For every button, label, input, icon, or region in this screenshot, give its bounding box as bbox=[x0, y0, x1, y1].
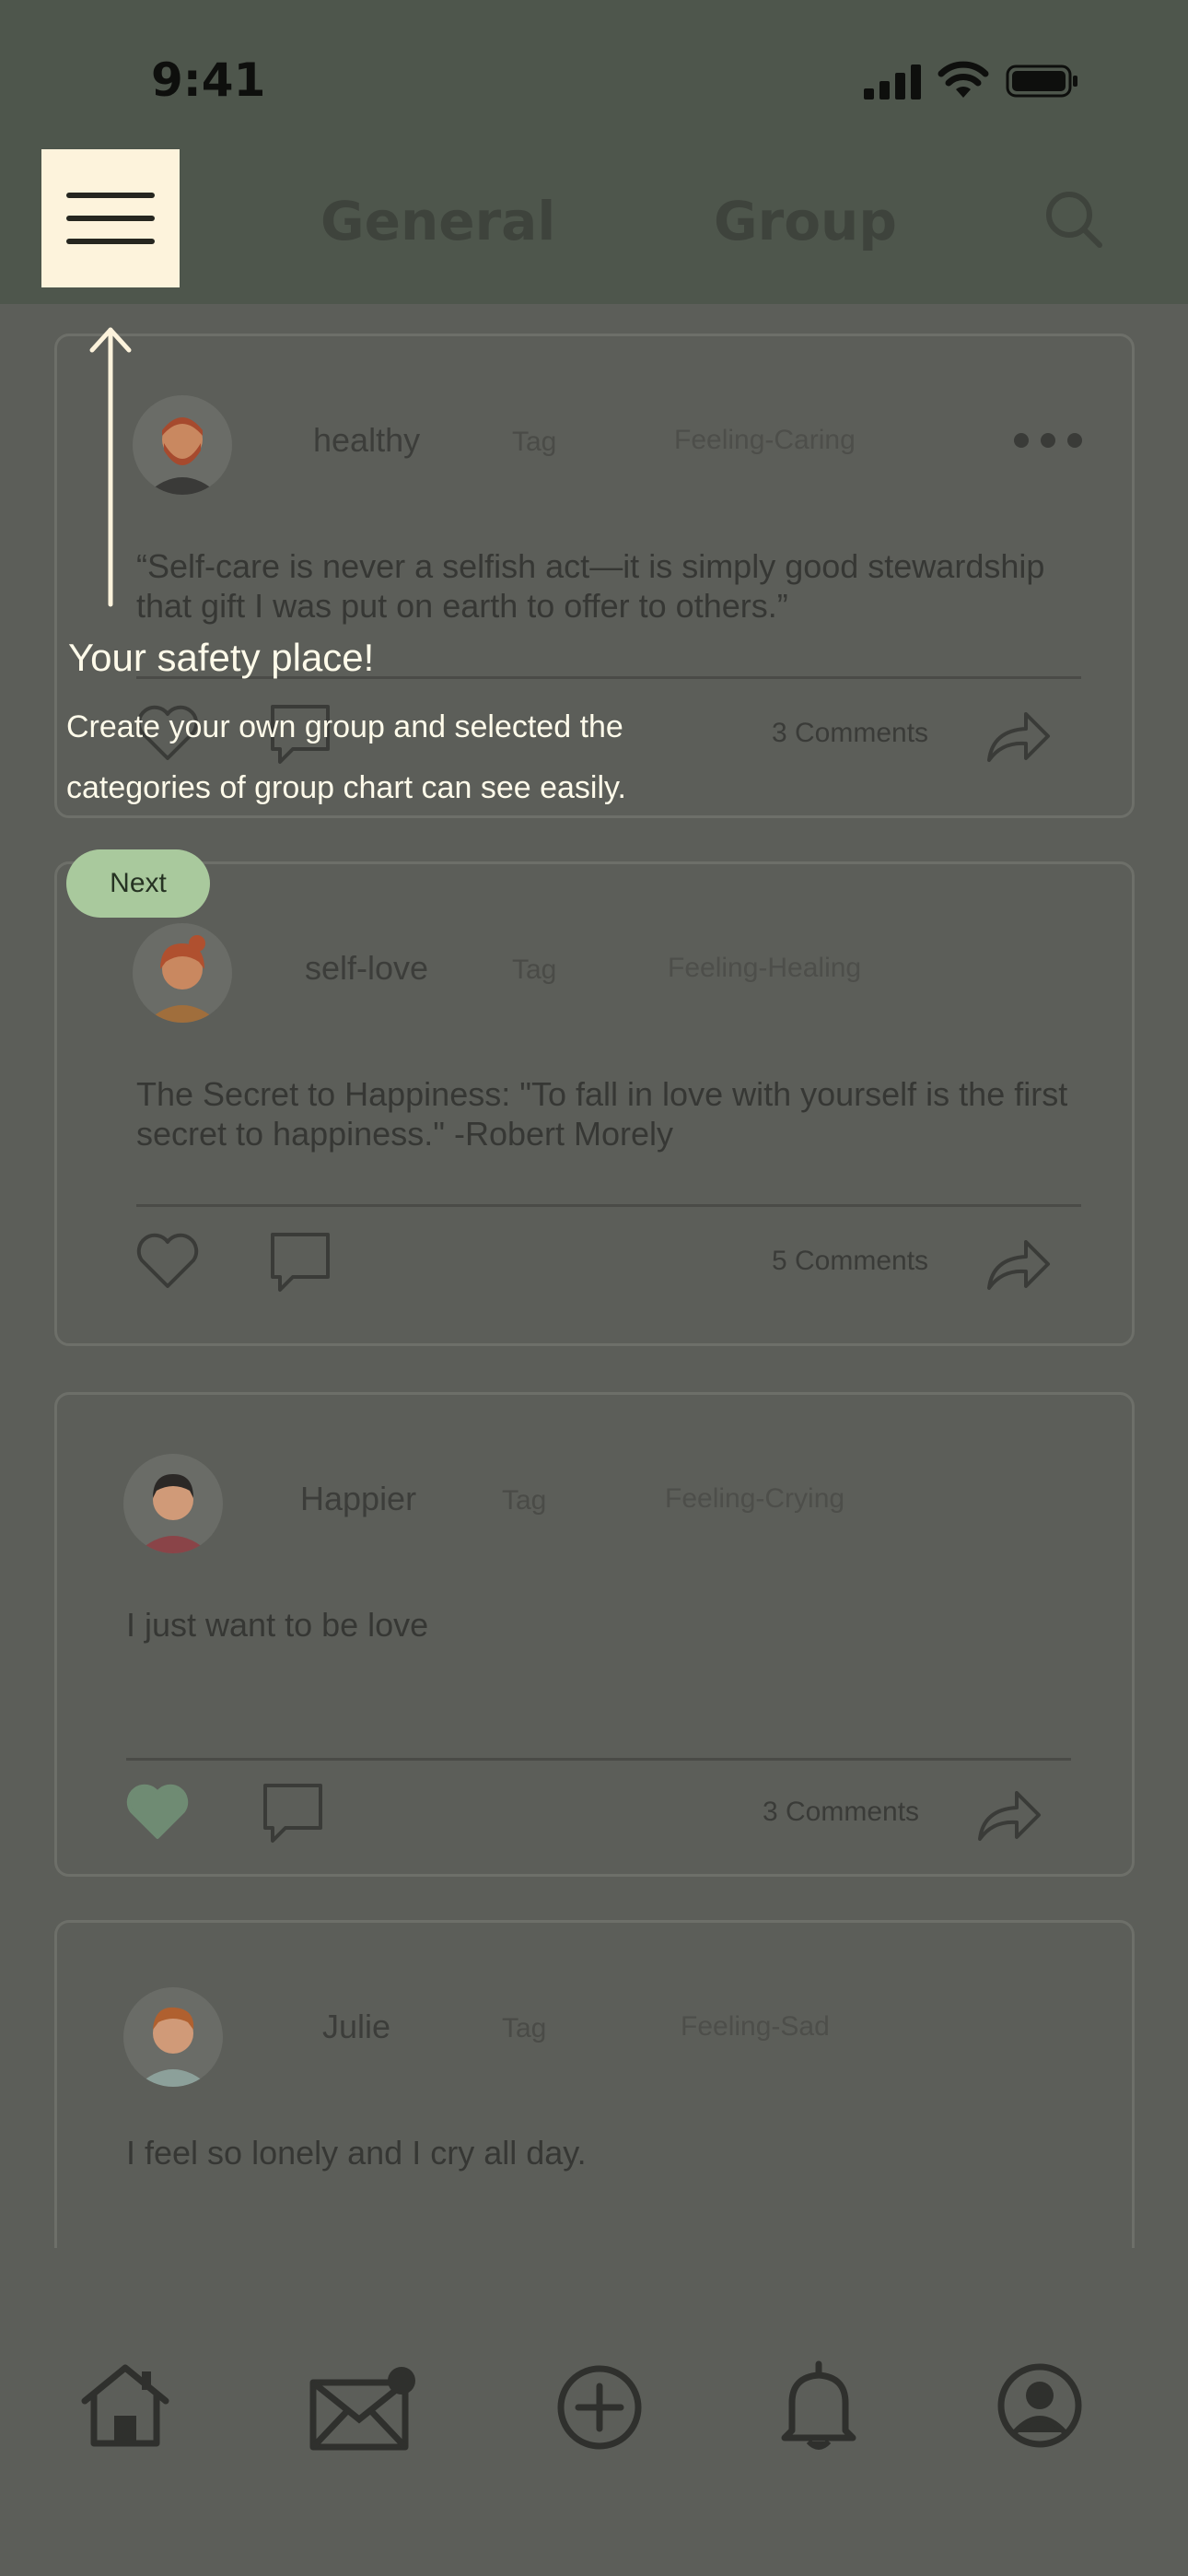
post-feeling: Feeling-Crying bbox=[665, 1483, 845, 1514]
comment-icon[interactable] bbox=[262, 1782, 324, 1844]
onboarding-title: Your safety place! bbox=[68, 636, 375, 679]
post-text: I just want to be love bbox=[126, 1606, 429, 1644]
tab-general[interactable]: General bbox=[320, 190, 555, 252]
tab-group[interactable]: Group bbox=[714, 190, 897, 252]
hamburger-menu-icon bbox=[66, 193, 155, 244]
comments-count[interactable]: 3 Comments bbox=[763, 1797, 919, 1828]
post-feeling: Feeling-Healing bbox=[668, 953, 862, 983]
post-feeling: Feeling-Caring bbox=[674, 425, 856, 455]
onboarding-body: Create your own group and selected the c… bbox=[66, 709, 626, 805]
status-time: 9:41 bbox=[151, 53, 266, 107]
share-icon[interactable] bbox=[976, 1787, 1042, 1843]
post-tag[interactable]: Tag bbox=[512, 427, 556, 458]
avatar[interactable] bbox=[123, 1987, 223, 2087]
next-button[interactable]: Next bbox=[66, 849, 210, 918]
pointer-arrow-icon bbox=[89, 327, 132, 607]
avatar[interactable] bbox=[133, 923, 232, 1023]
heart-filled-icon[interactable] bbox=[126, 1784, 189, 1841]
post-text: “Self-care is never a selfish act—it is … bbox=[136, 547, 1045, 625]
post-username[interactable]: healthy bbox=[313, 421, 420, 460]
post-feeling: Feeling-Sad bbox=[681, 2011, 830, 2042]
post-tag[interactable]: Tag bbox=[512, 954, 556, 986]
mail-icon[interactable] bbox=[309, 2366, 420, 2451]
battery-icon bbox=[1006, 64, 1077, 98]
post-username[interactable]: Happier bbox=[300, 1480, 416, 1518]
share-icon[interactable] bbox=[985, 708, 1052, 764]
search-icon[interactable] bbox=[1044, 190, 1103, 249]
profile-icon[interactable] bbox=[996, 2362, 1083, 2449]
post-tag[interactable]: Tag bbox=[502, 1485, 546, 1516]
post-username[interactable]: Julie bbox=[322, 2008, 390, 2046]
more-options-icon[interactable] bbox=[1013, 432, 1083, 449]
menu-button[interactable] bbox=[41, 149, 180, 287]
avatar-man-beard-icon bbox=[146, 417, 219, 495]
comments-count[interactable]: 5 Comments bbox=[772, 1246, 928, 1277]
post-divider bbox=[126, 1758, 1071, 1761]
post-username[interactable]: self-love bbox=[305, 949, 428, 988]
post-divider bbox=[136, 1204, 1081, 1207]
home-icon[interactable] bbox=[79, 2362, 171, 2449]
wifi-icon bbox=[938, 61, 989, 98]
heart-icon[interactable] bbox=[136, 1233, 199, 1290]
add-icon[interactable] bbox=[556, 2364, 643, 2451]
share-icon[interactable] bbox=[985, 1236, 1052, 1292]
post-card: Happier Tag Feeling-Crying I just want t… bbox=[54, 1392, 1135, 1877]
cellular-signal-icon bbox=[864, 64, 921, 100]
post-card: self-love Tag Feeling-Healing The Secret… bbox=[54, 861, 1135, 1346]
avatar-woman-icon bbox=[146, 935, 219, 1023]
top-bar: 9:41 General Group bbox=[0, 0, 1188, 304]
bell-icon[interactable] bbox=[779, 2360, 858, 2453]
bottom-tab-bar bbox=[0, 2248, 1188, 2576]
comment-icon[interactable] bbox=[269, 1231, 332, 1294]
avatar-young-man-icon bbox=[136, 2007, 210, 2087]
avatar[interactable] bbox=[123, 1454, 223, 1553]
post-tag[interactable]: Tag bbox=[502, 2013, 546, 2044]
post-text: I feel so lonely and I cry all day. bbox=[126, 2134, 587, 2172]
avatar[interactable] bbox=[133, 395, 232, 495]
post-text: The Secret to Happiness: "To fall in lov… bbox=[136, 1075, 1068, 1153]
comments-count[interactable]: 3 Comments bbox=[772, 718, 928, 749]
avatar-man-icon bbox=[136, 1474, 210, 1553]
